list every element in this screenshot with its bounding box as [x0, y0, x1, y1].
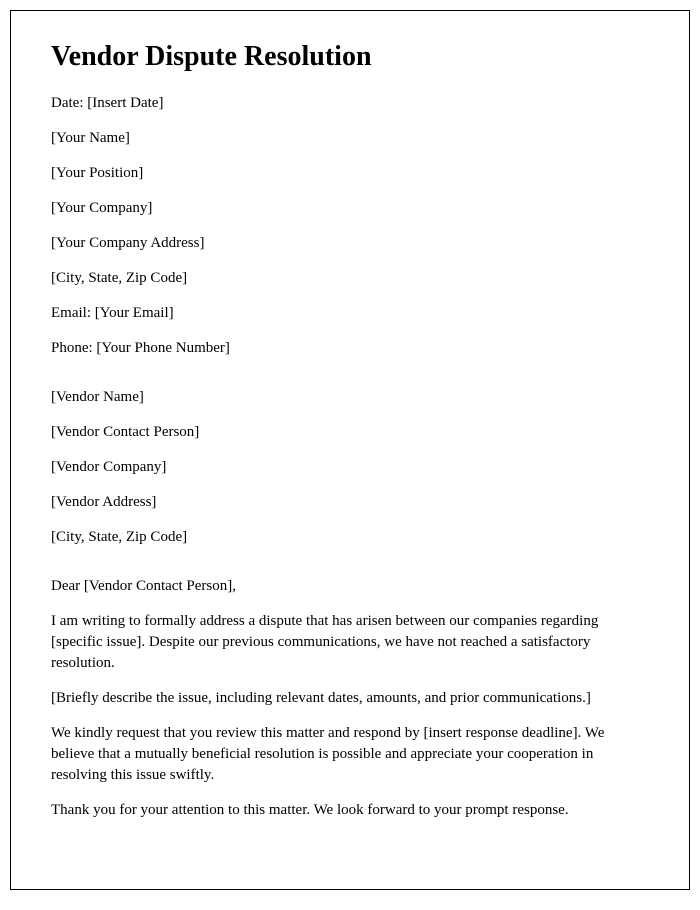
document-title: Vendor Dispute Resolution: [51, 41, 649, 73]
salutation: Dear [Vendor Contact Person],: [51, 576, 649, 597]
vendor-citystatezip: [City, State, Zip Code]: [51, 527, 649, 548]
sender-date: Date: [Insert Date]: [51, 93, 649, 114]
vendor-company: [Vendor Company]: [51, 457, 649, 478]
body-paragraph-1: I am writing to formally address a dispu…: [51, 611, 649, 674]
vendor-name: [Vendor Name]: [51, 387, 649, 408]
sender-phone: Phone: [Your Phone Number]: [51, 338, 649, 359]
document-page: Vendor Dispute Resolution Date: [Insert …: [10, 10, 690, 890]
sender-company: [Your Company]: [51, 198, 649, 219]
sender-position: [Your Position]: [51, 163, 649, 184]
sender-email: Email: [Your Email]: [51, 303, 649, 324]
body-paragraph-2: [Briefly describe the issue, including r…: [51, 688, 649, 709]
vendor-contact: [Vendor Contact Person]: [51, 422, 649, 443]
body-paragraph-4: Thank you for your attention to this mat…: [51, 800, 649, 821]
sender-citystatezip: [City, State, Zip Code]: [51, 268, 649, 289]
body-paragraph-3: We kindly request that you review this m…: [51, 723, 649, 786]
sender-name: [Your Name]: [51, 128, 649, 149]
vendor-address: [Vendor Address]: [51, 492, 649, 513]
sender-address: [Your Company Address]: [51, 233, 649, 254]
